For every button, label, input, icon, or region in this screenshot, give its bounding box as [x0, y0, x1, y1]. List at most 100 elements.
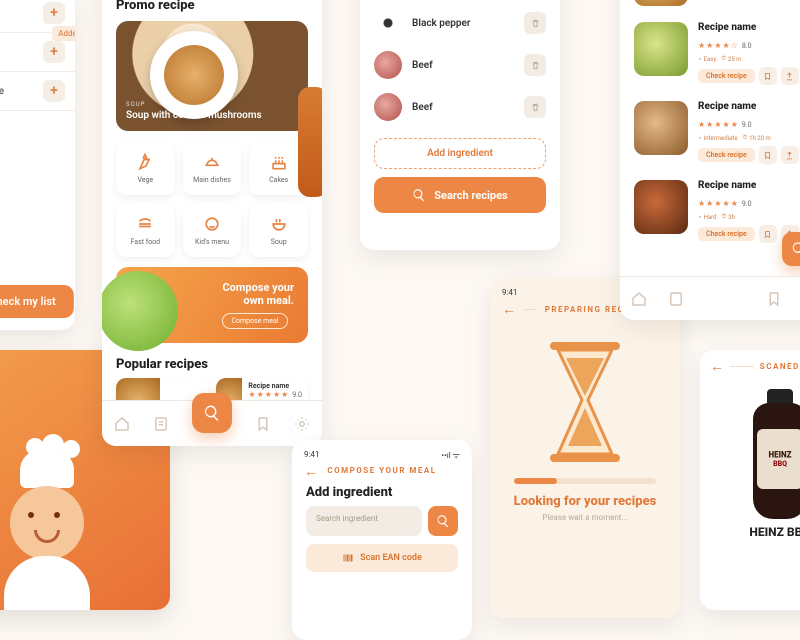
- stars-icon: ★★★★☆: [698, 41, 739, 50]
- time-tag: ⏱ 1h 20 m: [742, 134, 770, 142]
- search-fab[interactable]: [782, 232, 800, 266]
- loading-screen: 9:41••ıl ᯤ ← PREPARING RECIPES Looking f…: [490, 278, 680, 618]
- list-item: Juice +: [0, 72, 75, 111]
- settings-icon[interactable]: [293, 415, 311, 433]
- recipe-image: [634, 0, 688, 6]
- bottom-nav: [102, 400, 322, 446]
- difficulty-tag: ◔ Easy: [698, 55, 716, 63]
- ingredient-image: [374, 51, 402, 79]
- results-screen: Check recipe Recipe name ★★★★☆8.0 ◔ Easy…: [620, 0, 800, 320]
- chef-illustration: [0, 460, 110, 610]
- back-button[interactable]: ←: [502, 301, 516, 318]
- burger-icon: [135, 214, 155, 234]
- loading-title: Looking for your recipes: [490, 494, 680, 509]
- barcode-icon: [342, 552, 354, 564]
- search-button[interactable]: [428, 506, 458, 536]
- list-icon[interactable]: [667, 290, 685, 308]
- recipe-name: Recipe name: [698, 101, 800, 112]
- category-kids[interactable]: Kid's menu: [183, 203, 242, 257]
- recipe-row[interactable]: Recipe name ★★★★★9.0 ◔ Intermediate⏱ 1h …: [620, 95, 800, 174]
- ingredient-name: Beef: [412, 102, 514, 113]
- search-recipes-button[interactable]: Search recipes: [374, 177, 546, 213]
- clock: 9:41: [502, 288, 517, 299]
- compose-screen: 9:41••ıl ᯤ ← COMPOSE YOUR MEAL Add ingre…: [292, 440, 472, 640]
- ingredient-name: Beef: [412, 60, 514, 71]
- add-item-button[interactable]: +: [43, 2, 65, 24]
- scan-button[interactable]: Scan EAN code: [306, 544, 458, 572]
- search-icon: [791, 241, 800, 257]
- add-heading: Add ingredient: [292, 475, 472, 506]
- compose-banner[interactable]: Compose your own meal. Compose meal: [116, 267, 308, 343]
- delete-button[interactable]: [524, 54, 546, 76]
- shopping-list-screen: Added to list + + Juice + Check my list: [0, 0, 75, 330]
- check-recipe-button[interactable]: Check recipe: [698, 227, 755, 241]
- promo-card[interactable]: SOUP Soup with cooked mushrooms: [116, 21, 308, 131]
- difficulty-tag: ◔ Hard: [698, 213, 717, 221]
- bottom-nav: [620, 276, 800, 320]
- clock: 9:41: [304, 450, 319, 461]
- compose-cta[interactable]: Compose meal: [222, 313, 287, 329]
- add-ingredient-button[interactable]: Add ingredient: [374, 138, 546, 169]
- difficulty-tag: ◔ Intermediate: [698, 134, 737, 142]
- stars-icon: ★★★★★: [698, 120, 739, 129]
- bookmark-button[interactable]: [759, 67, 777, 85]
- promo-card-next[interactable]: [298, 87, 322, 197]
- ingredient-image: [374, 93, 402, 121]
- cake-icon: [269, 152, 289, 172]
- recipe-row[interactable]: Recipe name ★★★★☆8.0 ◔ Easy⏱ 25 m Check …: [620, 16, 800, 95]
- home-screen: RECIPE APP Promo recipe SOUP Soup with c…: [102, 0, 322, 446]
- check-list-button[interactable]: Check my list: [0, 285, 74, 318]
- share-button[interactable]: [781, 67, 799, 85]
- ingredient-image: [374, 9, 402, 37]
- time-tag: ⏱ 3h: [722, 213, 735, 221]
- recipe-image: [634, 180, 688, 234]
- category-fastfood[interactable]: Fast food: [116, 203, 175, 257]
- ingredient-label: Juice: [0, 86, 4, 97]
- bookmark-button[interactable]: [759, 225, 777, 243]
- delete-button[interactable]: [524, 12, 546, 34]
- ingredients-screen: Lettuce Black pepper Beef Beef Add ingre…: [360, 0, 560, 250]
- check-recipe-button[interactable]: Check recipe: [698, 69, 755, 83]
- category-soup[interactable]: Soup: [249, 203, 308, 257]
- add-item-button[interactable]: +: [43, 80, 65, 102]
- list-icon[interactable]: [152, 415, 170, 433]
- promo-title: Soup with cooked mushrooms: [126, 110, 262, 121]
- search-fab[interactable]: [192, 393, 232, 433]
- loading-subtitle: Please wait a moment...: [490, 513, 680, 522]
- added-chip: Added to list: [52, 26, 75, 41]
- brand-label: HEINZ: [768, 449, 791, 460]
- share-button[interactable]: [781, 146, 799, 164]
- search-icon: [412, 188, 426, 202]
- salad-image: [102, 271, 178, 351]
- bookmark-icon[interactable]: [254, 415, 272, 433]
- home-icon[interactable]: [113, 415, 131, 433]
- search-icon: [436, 514, 450, 528]
- back-button[interactable]: ←: [710, 358, 724, 375]
- add-item-button[interactable]: +: [43, 41, 65, 63]
- home-icon[interactable]: [630, 290, 648, 308]
- bookmark-icon: [763, 72, 772, 81]
- share-icon: [785, 72, 794, 81]
- soup-icon: [269, 214, 289, 234]
- trash-icon: [530, 102, 541, 113]
- ingredient-row: Black pepper: [360, 2, 560, 44]
- status-icons: ••ıl ᯤ: [441, 450, 460, 461]
- search-input[interactable]: Search ingredient: [306, 506, 422, 536]
- recipe-name: Recipe name: [698, 180, 800, 191]
- bookmark-icon: [763, 151, 772, 160]
- check-recipe-button[interactable]: Check recipe: [698, 148, 755, 162]
- trash-icon: [530, 18, 541, 29]
- screen-header: SCANED PRODUCT: [760, 362, 800, 371]
- category-main[interactable]: Main dishes: [183, 141, 242, 195]
- bookmark-icon[interactable]: [765, 290, 783, 308]
- category-vege[interactable]: Vege: [116, 141, 175, 195]
- search-icon: [203, 404, 221, 422]
- recipe-name: Recipe name: [698, 22, 800, 33]
- delete-button[interactable]: [524, 96, 546, 118]
- ingredient-row: Beef: [360, 86, 560, 128]
- dish-icon: [202, 152, 222, 172]
- bookmark-button[interactable]: [759, 146, 777, 164]
- recipe-row[interactable]: Recipe name ★★★★★9.0 ◔ Hard⏱ 3h Check re…: [620, 174, 800, 253]
- bookmark-icon: [763, 230, 772, 239]
- popular-heading: Popular recipes: [116, 351, 308, 378]
